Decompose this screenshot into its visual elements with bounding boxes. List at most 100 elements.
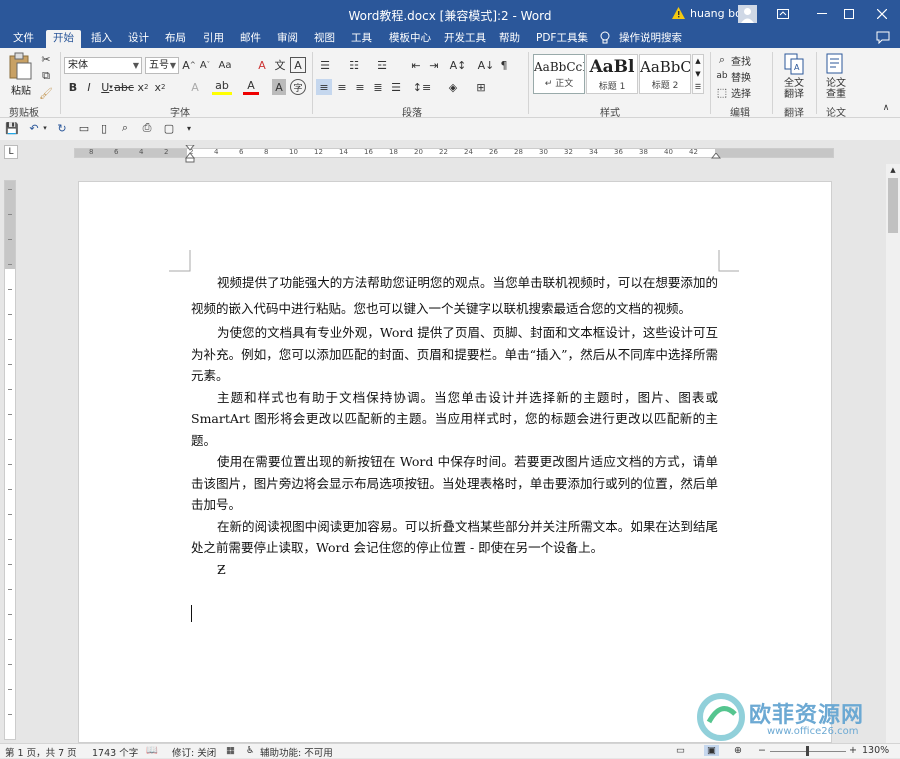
replace-button[interactable]: 替换 bbox=[731, 69, 751, 84]
right-indent-marker-icon[interactable] bbox=[711, 153, 721, 161]
increase-indent-icon[interactable]: ⇥ bbox=[426, 57, 442, 73]
strikethrough-icon[interactable]: abc bbox=[114, 79, 134, 95]
web-view-icon[interactable]: ⊕ bbox=[734, 745, 742, 756]
close-button[interactable] bbox=[864, 0, 900, 28]
italic-icon[interactable]: I bbox=[82, 79, 96, 95]
align-left-icon[interactable]: ≡ bbox=[316, 79, 332, 95]
tab-insert[interactable]: 插入 bbox=[84, 30, 119, 48]
user-name[interactable]: huang bo bbox=[690, 7, 742, 20]
style-normal[interactable]: AaBbCcI ↵ 正文 bbox=[533, 54, 585, 94]
style-heading-2[interactable]: AaBbC 标题 2 bbox=[639, 54, 691, 94]
tab-design[interactable]: 设计 bbox=[121, 30, 156, 48]
tab-mailings[interactable]: 邮件 bbox=[233, 30, 268, 48]
collapse-ribbon-icon[interactable]: ∧ bbox=[880, 102, 892, 114]
tab-developer[interactable]: 开发工具 bbox=[437, 30, 493, 48]
maximize-button[interactable] bbox=[834, 0, 864, 28]
tab-pdf-tools[interactable]: PDF工具集 bbox=[529, 30, 595, 48]
page-count[interactable]: 第 1 页，共 7 页 bbox=[5, 745, 77, 759]
distributed-icon[interactable]: ☰ bbox=[388, 79, 404, 95]
zoom-in-button[interactable]: + bbox=[849, 745, 857, 756]
change-case-icon[interactable]: Aa bbox=[216, 57, 234, 73]
copy-icon[interactable]: ⧉ bbox=[38, 69, 54, 83]
styles-scroll[interactable]: ▲ ▼ ☰ bbox=[692, 54, 704, 94]
tab-file[interactable]: 文件 bbox=[6, 30, 41, 48]
numbering-icon[interactable]: ☷ bbox=[345, 57, 363, 73]
highlight-icon[interactable]: ab bbox=[212, 79, 232, 95]
phonetic-guide-icon[interactable]: 文 bbox=[272, 57, 288, 73]
vertical-ruler[interactable] bbox=[4, 180, 16, 740]
customize-qat-icon[interactable]: ▾ bbox=[184, 121, 194, 135]
zoom-slider-thumb[interactable] bbox=[806, 746, 809, 756]
paragraph[interactable]: 在新的阅读视图中阅读更加容易。可以折叠文档某些部分并关注所需文本。如果在达到结尾… bbox=[191, 516, 718, 559]
style-heading-1[interactable]: AaBl 标题 1 bbox=[586, 54, 638, 94]
scroll-thumb[interactable] bbox=[888, 178, 898, 233]
decrease-indent-icon[interactable]: ⇤ bbox=[408, 57, 424, 73]
grow-font-icon[interactable]: A ^ bbox=[182, 57, 196, 73]
tab-help[interactable]: 帮助 bbox=[492, 30, 527, 48]
translate-button[interactable]: 全文翻译 bbox=[784, 78, 806, 100]
paragraph[interactable]: 使用在需要位置出现的新按钮在 Word 中保存时间。若要更改图片适应文档的方式，… bbox=[191, 451, 718, 516]
character-border-icon[interactable]: A bbox=[290, 57, 306, 73]
avatar[interactable] bbox=[738, 5, 757, 23]
tab-view[interactable]: 视图 bbox=[307, 30, 342, 48]
paper-check-button[interactable]: 论文查重 bbox=[826, 78, 848, 100]
subscript-icon[interactable]: x2 bbox=[136, 79, 150, 95]
align-center-icon[interactable]: ≡ bbox=[334, 79, 350, 95]
paper-check-icon[interactable] bbox=[825, 53, 845, 75]
tab-layout[interactable]: 布局 bbox=[158, 30, 193, 48]
borders-icon[interactable]: ⊞ bbox=[472, 79, 490, 95]
font-name-select[interactable]: 宋体 ▼ bbox=[64, 57, 142, 74]
undo-icon[interactable]: ↶ bbox=[27, 121, 41, 135]
read-view-icon[interactable]: ▭ bbox=[676, 745, 685, 756]
undo-dropdown-icon[interactable]: ▾ bbox=[41, 121, 49, 135]
document-body[interactable]: 视频提供了功能强大的方法帮助您证明您的观点。当您单击联机视频时，可以在想要添加的… bbox=[191, 270, 718, 580]
track-changes-status[interactable]: 修订: 关闭 bbox=[172, 745, 216, 759]
paragraph[interactable]: 为使您的文档具有专业外观，Word 提供了页眉、页脚、封面和文本框设计，这些设计… bbox=[191, 322, 718, 387]
macro-icon[interactable]: ▦ bbox=[226, 745, 235, 756]
select-button[interactable]: 选择 bbox=[731, 85, 751, 100]
superscript-icon[interactable]: x2 bbox=[153, 79, 167, 95]
font-color-icon[interactable]: A bbox=[243, 79, 259, 95]
bold-icon[interactable]: B bbox=[66, 79, 80, 95]
paste-button[interactable]: 粘贴 bbox=[7, 52, 35, 100]
clear-formatting-icon[interactable]: A bbox=[254, 57, 270, 73]
shading-icon[interactable]: ◈ bbox=[444, 79, 462, 95]
zoom-level[interactable]: 130% bbox=[862, 745, 889, 756]
text-effects-icon[interactable]: A bbox=[188, 79, 202, 95]
align-right-icon[interactable]: ≡ bbox=[352, 79, 368, 95]
tab-tools[interactable]: 工具 bbox=[344, 30, 379, 48]
tab-review[interactable]: 审阅 bbox=[270, 30, 305, 48]
zoom-out-button[interactable]: − bbox=[758, 745, 766, 756]
sort-icon[interactable]: A↓ bbox=[478, 57, 495, 73]
accessibility-icon[interactable]: ♿ bbox=[246, 745, 255, 756]
character-shading-icon[interactable]: A bbox=[272, 79, 286, 95]
tab-home[interactable]: 开始 bbox=[46, 30, 81, 48]
line-spacing-icon[interactable]: ↕≡ bbox=[412, 79, 432, 95]
bullets-icon[interactable]: ☰ bbox=[316, 57, 334, 73]
font-size-select[interactable]: 五号 ▼ bbox=[145, 57, 179, 74]
tab-references[interactable]: 引用 bbox=[196, 30, 231, 48]
enclose-characters-icon[interactable]: 字 bbox=[290, 79, 306, 95]
warning-icon[interactable] bbox=[672, 7, 685, 19]
redo-icon[interactable]: ↻ bbox=[55, 121, 69, 135]
justify-icon[interactable]: ≣ bbox=[370, 79, 386, 95]
select-icon[interactable]: ⬚ bbox=[716, 85, 728, 99]
comments-icon[interactable] bbox=[876, 31, 890, 44]
accessibility-status[interactable]: 辅助功能: 不可用 bbox=[260, 745, 333, 759]
new-doc-icon[interactable]: ▢ bbox=[162, 121, 176, 135]
tab-template-center[interactable]: 模板中心 bbox=[382, 30, 438, 48]
multilevel-list-icon[interactable]: ☲ bbox=[373, 57, 391, 73]
paragraph[interactable]: 视频提供了功能强大的方法帮助您证明您的观点。当您单击联机视频时，可以在想要添加的… bbox=[191, 270, 718, 322]
tell-me-search[interactable]: 操作说明搜索 bbox=[612, 30, 689, 48]
find-icon[interactable]: ⌕ bbox=[716, 53, 728, 67]
translate-icon[interactable]: A bbox=[784, 53, 804, 75]
horizontal-ruler[interactable]: 8 6 4 2 2 4 6 8 10 12 14 16 18 20 22 24 26 28 30 32 34 36 38 40… bbox=[74, 145, 834, 163]
indent-marker-icon[interactable] bbox=[185, 145, 195, 163]
word-count[interactable]: 1743 个字 bbox=[92, 745, 138, 759]
ribbon-display-options-button[interactable] bbox=[760, 0, 806, 28]
format-painter-icon[interactable]: 🖌 bbox=[38, 86, 54, 100]
read-mode-icon[interactable]: ▭ bbox=[77, 121, 91, 135]
vertical-scrollbar[interactable]: ▲ bbox=[886, 164, 900, 743]
scroll-up-icon[interactable]: ▲ bbox=[888, 165, 898, 175]
proofing-icon[interactable]: 📖 bbox=[146, 745, 158, 756]
